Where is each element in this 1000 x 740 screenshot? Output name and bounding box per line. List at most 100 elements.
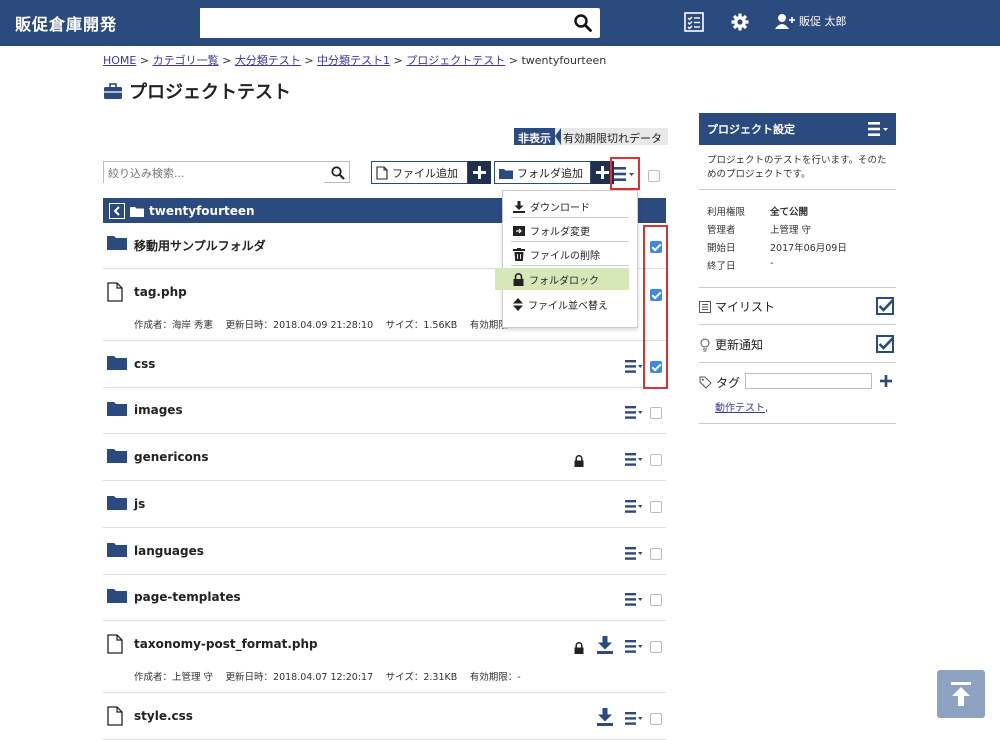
folder-icon (107, 234, 127, 254)
expired-data-label: 有効期限切れデータ (561, 128, 668, 145)
folder-icon (130, 206, 144, 217)
row-checkbox[interactable] (650, 407, 662, 419)
tag-input[interactable] (745, 373, 872, 389)
breadcrumb-project[interactable]: プロジェクトテスト (406, 54, 505, 67)
add-file-plus-button[interactable] (468, 161, 491, 184)
mylist-checkbox[interactable] (876, 297, 894, 315)
breadcrumb-major[interactable]: 大分類テスト (235, 54, 301, 67)
row-checkbox[interactable] (650, 594, 662, 606)
file-row[interactable]: taxonomy-post_format.php 作成者：上管理 守 更新日時：2… (103, 621, 666, 693)
expired-data-toggle[interactable]: 非表示 有効期限切れデータ (514, 128, 668, 145)
page-title-text: プロジェクトテスト (129, 82, 291, 103)
project-description: プロジェクトのテストを行います。そのためのプロジェクトです。 (707, 155, 887, 180)
add-tag-plus-icon[interactable] (880, 375, 892, 387)
file-icon (107, 634, 123, 658)
search-icon[interactable] (574, 14, 592, 36)
download-icon (513, 200, 525, 213)
row-menu-icon[interactable] (625, 451, 643, 470)
trash-icon (513, 248, 525, 261)
dropdown-item-change-folder[interactable]: フォルダ変更 (511, 220, 629, 242)
user-name: 販促 太郎 (799, 15, 847, 28)
item-name[interactable]: js (134, 497, 145, 511)
row-menu-icon[interactable] (625, 710, 643, 729)
item-meta: 作成者：海岸 秀憲 更新日時：2018.04.09 21:28:10 サイズ：1… (134, 320, 508, 331)
breadcrumb-current: twentyfourteen (521, 54, 607, 67)
row-menu-icon[interactable] (625, 358, 643, 377)
tag-link-item[interactable]: 動作テスト (715, 403, 765, 414)
item-name[interactable]: languages (134, 544, 204, 558)
dropdown-item-delete[interactable]: ファイルの削除 (511, 244, 629, 266)
plus-icon (473, 166, 486, 179)
select-all-checkbox[interactable] (648, 170, 660, 182)
lock-icon (574, 452, 584, 471)
page-title: プロジェクトテスト (103, 78, 291, 104)
info-value-admin: 上管理 守 (770, 225, 812, 236)
search-icon[interactable] (331, 165, 345, 184)
global-search-input[interactable] (200, 8, 560, 38)
download-icon[interactable] (597, 708, 613, 730)
breadcrumb-middle[interactable]: 中分類テスト1 (317, 54, 390, 67)
mylist-item: マイリスト (699, 298, 775, 315)
item-name[interactable]: page-templates (134, 590, 241, 604)
item-name[interactable]: taxonomy-post_format.php (134, 637, 318, 651)
back-button[interactable] (109, 202, 125, 219)
user-menu[interactable]: 販促 太郎 (775, 13, 847, 29)
item-name[interactable]: 移動用サンプルフォルダ (134, 237, 266, 254)
item-name[interactable]: genericons (134, 450, 208, 464)
row-checkbox[interactable] (650, 713, 662, 725)
add-folder-button[interactable]: フォルダ追加 (494, 161, 591, 184)
item-name[interactable]: style.css (134, 709, 193, 723)
tag-label: タグ (716, 376, 741, 390)
row-checkbox[interactable] (650, 548, 662, 560)
row-menu-icon[interactable] (625, 545, 643, 564)
dropdown-item-folder-lock[interactable]: フォルダロック (495, 268, 629, 290)
file-icon (376, 165, 388, 180)
info-value-permission: 全て公開 (770, 207, 809, 218)
folder-icon (107, 494, 127, 514)
project-settings-title: プロジェクト設定 (707, 123, 795, 136)
folder-row[interactable]: page-templates (103, 575, 666, 621)
download-icon[interactable] (597, 636, 613, 658)
item-name[interactable]: images (134, 403, 183, 417)
filter-search-input[interactable] (104, 163, 324, 184)
row-menu-icon[interactable] (625, 591, 643, 610)
item-name[interactable]: css (134, 357, 155, 371)
file-row[interactable]: style.css (103, 693, 666, 740)
bulk-actions-menu-button[interactable] (610, 157, 640, 190)
arrow-up-icon (951, 682, 971, 706)
scroll-to-top-button[interactable] (937, 670, 985, 718)
list-view-icon[interactable] (684, 12, 704, 36)
gear-icon[interactable] (730, 12, 750, 36)
add-folder-label: フォルダ追加 (517, 166, 583, 180)
chevron-left-icon (113, 205, 120, 216)
info-label-admin: 管理者 (707, 225, 736, 236)
breadcrumb-category-list[interactable]: カテゴリ一覧 (153, 54, 219, 67)
folder-row[interactable]: languages (103, 528, 666, 575)
update-notify-checkbox[interactable] (876, 335, 894, 353)
folder-row[interactable]: js (103, 481, 666, 528)
item-name[interactable]: tag.php (134, 285, 187, 299)
mylist-label: マイリスト (715, 300, 776, 314)
add-file-button[interactable]: ファイル追加 (371, 161, 468, 184)
item-meta: 作成者：上管理 守 更新日時：2018.04.07 12:20:17 サイズ：2… (134, 672, 521, 683)
row-checkbox[interactable] (650, 501, 662, 513)
breadcrumb-home[interactable]: HOME (103, 54, 136, 67)
dropdown-item-sort[interactable]: ファイル並べ替え (511, 293, 629, 315)
folder-row[interactable]: css (103, 341, 666, 388)
file-icon (107, 706, 123, 730)
dropdown-item-download[interactable]: ダウンロード (511, 196, 629, 218)
brand-title[interactable]: 販促倉庫開発 (15, 11, 117, 35)
info-value-end: - (770, 258, 774, 269)
folder-row[interactable]: genericons (103, 434, 666, 481)
folder-row[interactable]: images (103, 388, 666, 434)
row-menu-icon[interactable] (625, 498, 643, 517)
menu-dropdown-icon[interactable] (868, 121, 890, 137)
update-notify-item: 更新通知 (699, 336, 763, 353)
user-icon (775, 14, 795, 29)
row-menu-icon[interactable] (625, 638, 643, 657)
row-checkbox[interactable] (650, 641, 662, 653)
project-settings-header: プロジェクト設定 (699, 113, 896, 145)
add-file-label: ファイル追加 (392, 166, 458, 180)
row-menu-icon[interactable] (625, 404, 643, 423)
row-checkbox[interactable] (650, 454, 662, 466)
